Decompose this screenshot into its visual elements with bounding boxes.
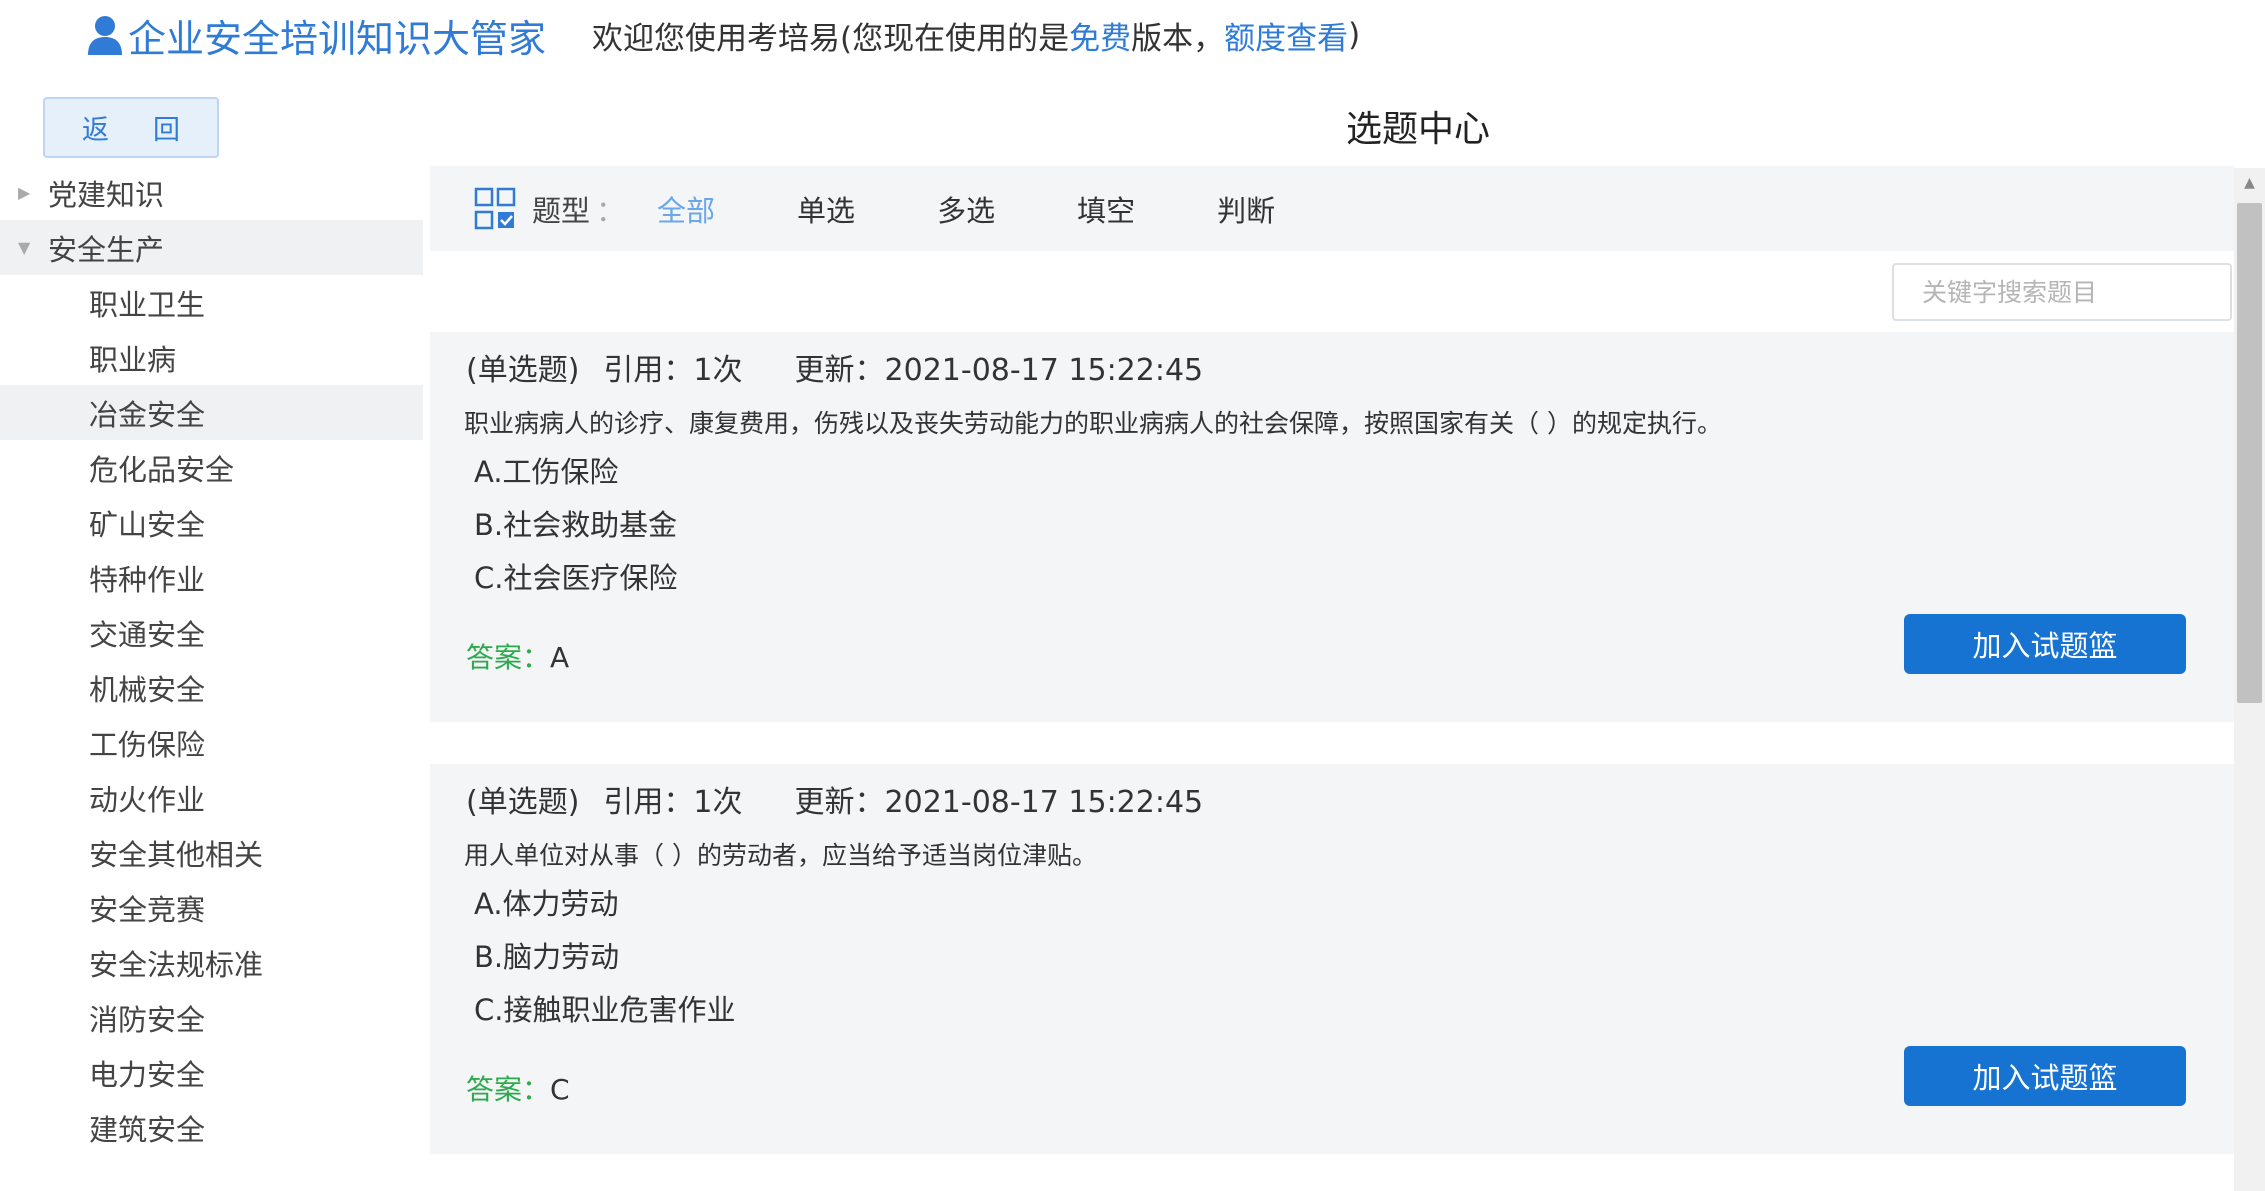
tree-child-label: 安全竞赛 [89,892,206,927]
tree-child[interactable]: 交通安全 [0,605,423,660]
question-meta: (单选题) 引用：1次 更新：2021-08-17 15:22:45 [466,774,1203,824]
tree-child-label: 特种作业 [89,562,206,597]
grid-check-icon [474,187,516,229]
caret-down-icon[interactable]: ▼ [18,238,48,257]
question-option: A.工伤保险 [474,455,619,489]
scroll-up-icon[interactable]: ▲ [2234,168,2265,198]
brand-title: 企业安全培训知识大管家 [128,16,547,61]
tree-child[interactable]: 危化品安全 [0,440,423,495]
question-updated: 更新：2021-08-17 15:22:45 [794,785,1204,820]
tree-child-label: 工伤保险 [89,727,206,762]
tree-child[interactable]: 安全竞赛 [0,880,423,935]
tree-child[interactable]: 职业卫生 [0,275,423,330]
tree-node-safety[interactable]: ▼ 安全生产 [0,220,423,275]
tree-child[interactable]: 工伤保险 [0,715,423,770]
question-option: A.体力劳动 [474,887,619,921]
question-card: (单选题) 引用：1次 更新：2021-08-17 15:22:45 职业病病人… [430,332,2234,722]
tree-child-label: 矿山安全 [89,507,206,542]
tree-child-label: 消防安全 [89,1002,206,1037]
caret-right-icon[interactable]: ▶ [18,183,48,202]
tree-child-active[interactable]: 冶金安全 [0,385,423,440]
tree-child[interactable]: 职业病 [0,330,423,385]
tree-child-label: 危化品安全 [89,452,235,487]
tree-child[interactable]: 安全其他相关 [0,825,423,880]
tree-child[interactable]: 电力安全 [0,1045,423,1100]
page-title: 选题中心 [1345,109,1490,150]
question-option: B.社会救助基金 [474,508,678,542]
back-label-1: 返 [82,115,109,146]
brand: 企业安全培训知识大管家 [86,10,547,61]
question-answer: 答案：C [466,1068,570,1108]
question-answer: 答案：A [466,636,569,676]
tree-child[interactable]: 矿山安全 [0,495,423,550]
welcome-mid: 版本， [1131,20,1225,57]
scroll-thumb[interactable] [2237,203,2262,703]
tree-label: 安全生产 [48,232,165,267]
add-to-basket-button[interactable]: 加入试题篮 [1904,614,2186,674]
top-header: 企业安全培训知识大管家 欢迎您使用考培易(您现在使用的是 免费 版本， 额度查看… [0,0,2265,76]
back-button[interactable]: 返 回 [43,97,219,158]
user-icon [88,16,122,55]
question-cite: 引用：1次 [603,785,743,820]
welcome-text: 欢迎您使用考培易(您现在使用的是 免费 版本， 额度查看 ) [592,13,1360,57]
tree-child[interactable]: 安全法规标准 [0,935,423,990]
question-type: (单选题) [466,785,580,820]
filter-option-multiple[interactable]: 多选 [937,188,995,230]
tree-child[interactable]: 机械安全 [0,660,423,715]
filter-option-single[interactable]: 单选 [797,188,855,230]
filter-option-judge[interactable]: 判断 [1217,188,1275,230]
tree-child[interactable]: 消防安全 [0,990,423,1045]
question-text: 用人单位对从事（ ）的劳动者，应当给予适当岗位津贴。 [464,841,1097,870]
tree-child[interactable]: 动火作业 [0,770,423,825]
tree-child-label: 建筑安全 [89,1112,206,1147]
tree-node-party[interactable]: ▶ 党建知识 [0,165,423,220]
question-cite: 引用：1次 [603,353,743,388]
category-tree: ▶ 党建知识 ▼ 安全生产 职业卫生 职业病 冶金安全 危化品安全 矿山安全 特… [0,165,423,1155]
back-label-2: 回 [153,115,180,146]
add-to-basket-button[interactable]: 加入试题篮 [1904,1046,2186,1106]
filter-label: 题型 [532,193,591,228]
tree-child-label: 冶金安全 [89,397,206,432]
vertical-scrollbar[interactable]: ▲ [2234,168,2265,1191]
answer-value: C [550,1073,570,1106]
question-option: B.脑力劳动 [474,940,620,974]
tree-label: 党建知识 [48,177,165,212]
welcome-suffix: ) [1348,17,1361,53]
quota-link[interactable]: 额度查看 [1224,13,1348,58]
question-updated: 更新：2021-08-17 15:22:45 [794,353,1204,388]
tree-child-label: 机械安全 [89,672,206,707]
question-option: C.社会医疗保险 [474,561,678,595]
answer-value: A [550,641,570,674]
search-input[interactable] [1894,265,2239,319]
question-option: C.接触职业危害作业 [474,993,736,1027]
search-box [1892,263,2265,321]
answer-label: 答案： [466,641,551,674]
question-card: (单选题) 引用：1次 更新：2021-08-17 15:22:45 用人单位对… [430,764,2234,1154]
question-type-filter: 题型 ： 全部 单选 多选 填空 判断 [430,166,2234,251]
tree-child-label: 职业病 [89,342,177,377]
tree-child-label: 安全其他相关 [89,837,264,872]
tree-child-label: 职业卫生 [89,287,206,322]
tree-child-label: 安全法规标准 [89,947,264,982]
tree-child-label: 动火作业 [89,782,206,817]
question-text: 职业病病人的诊疗、康复费用，伤残以及丧失劳动能力的职业病病人的社会保障，按照国家… [464,409,1722,438]
tree-child-label: 交通安全 [89,617,206,652]
answer-label: 答案： [466,1073,551,1106]
question-type: (单选题) [466,353,580,388]
tree-child[interactable]: 特种作业 [0,550,423,605]
filter-option-fill[interactable]: 填空 [1077,188,1135,230]
tree-child[interactable]: 建筑安全 [0,1100,423,1155]
filter-colon: ： [596,193,626,228]
question-meta: (单选题) 引用：1次 更新：2021-08-17 15:22:45 [466,342,1203,392]
filter-option-all[interactable]: 全部 [657,188,715,230]
free-version-link[interactable]: 免费 [1069,13,1131,58]
welcome-prefix: 欢迎您使用考培易(您现在使用的是 [592,20,1070,57]
tree-child-label: 电力安全 [89,1057,206,1092]
